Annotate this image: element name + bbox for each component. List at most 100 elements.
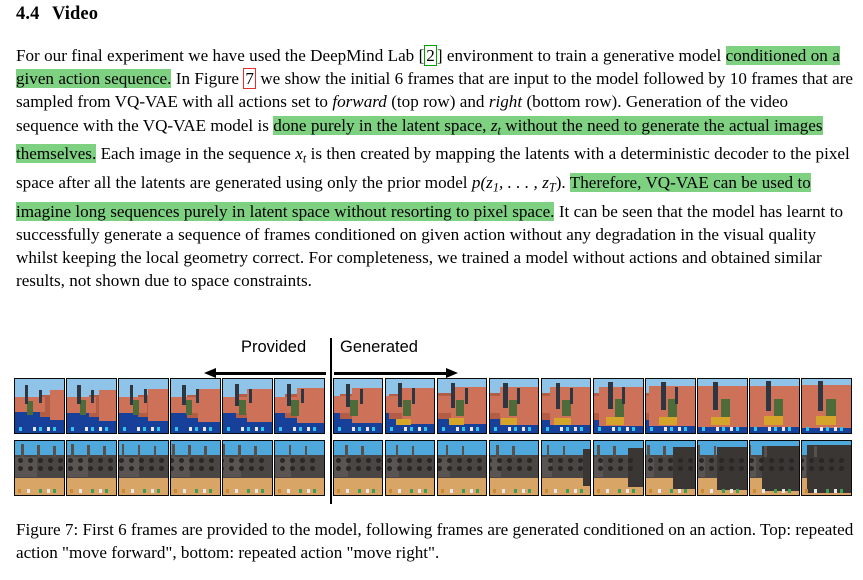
- window-dot: [138, 465, 144, 471]
- hud-pip: [226, 489, 230, 493]
- window-dot: [128, 465, 134, 471]
- hud-pip: [753, 489, 757, 493]
- window-dot: [376, 465, 382, 471]
- video-frame: [384, 378, 436, 434]
- label-generated: Generated: [340, 338, 418, 356]
- hud-overlay: [121, 486, 166, 494]
- spire: [713, 446, 717, 458]
- video-frame: [645, 378, 696, 434]
- window-dot: [396, 458, 402, 464]
- citation-link-2[interactable]: 2: [424, 45, 437, 66]
- video-frame: [593, 378, 644, 434]
- spire: [698, 445, 701, 458]
- hud-pip: [670, 489, 674, 493]
- hud-pip: [85, 427, 89, 431]
- hud-pip: [461, 489, 465, 493]
- pillar: [39, 389, 42, 403]
- pillar: [608, 382, 613, 410]
- hud-pip: [27, 489, 30, 493]
- window-dot: [708, 465, 714, 471]
- pillar: [129, 384, 134, 405]
- hud-pip: [475, 427, 479, 431]
- pillar: [555, 382, 561, 409]
- window-dot: [446, 465, 452, 471]
- window-dot: [466, 465, 472, 471]
- hud-pip: [658, 489, 662, 493]
- window-dot: [708, 458, 714, 464]
- hud-overlay: [225, 486, 270, 494]
- spire: [238, 445, 242, 458]
- alcove-green: [509, 399, 518, 417]
- hud-pip: [730, 427, 734, 431]
- hud-pip: [47, 427, 50, 431]
- alcove-green: [403, 399, 412, 416]
- math-prior: p(z: [471, 172, 493, 192]
- window-dot: [426, 458, 432, 464]
- window-dot: [728, 465, 734, 471]
- hud-pip: [762, 489, 766, 493]
- hud-pip: [241, 427, 245, 431]
- hud-overlay: [277, 424, 322, 432]
- hud-pip: [227, 427, 231, 431]
- video-frame: [170, 440, 221, 496]
- hud-pip: [261, 427, 265, 431]
- video-frame: [118, 378, 169, 434]
- window-dot: [698, 458, 704, 464]
- arrow-right-head-icon: [446, 368, 458, 378]
- hud-pip: [345, 489, 349, 493]
- hud-pip: [449, 489, 453, 493]
- hud-pip: [287, 489, 291, 493]
- hud-pip: [553, 489, 557, 493]
- spire: [546, 445, 550, 458]
- hud-pip: [650, 427, 654, 431]
- window-dot: [38, 465, 43, 471]
- window-dot: [336, 465, 342, 471]
- hud-pip: [307, 427, 311, 431]
- hud-pip: [183, 489, 187, 493]
- spire: [172, 444, 175, 458]
- figure-ref-link-7[interactable]: 7: [243, 68, 256, 90]
- spire: [345, 445, 348, 458]
- hud-pip: [195, 427, 199, 431]
- pillar: [818, 381, 824, 412]
- hud-pip: [143, 427, 147, 431]
- hud-pip: [33, 427, 36, 431]
- hud-pip: [365, 427, 369, 431]
- hud-pip: [513, 427, 517, 431]
- window-dot: [789, 465, 795, 471]
- text-run-1: For our final experiment we have used th…: [16, 46, 419, 65]
- hud-pip: [423, 489, 427, 493]
- hud-overlay: [440, 486, 485, 494]
- math-x: x: [295, 144, 303, 164]
- hud-pip: [521, 489, 525, 493]
- pillar: [143, 389, 147, 404]
- wall-right: [197, 388, 220, 422]
- hud-overlay: [752, 424, 797, 432]
- hud-pip: [409, 427, 413, 431]
- hud-pip: [736, 489, 740, 493]
- window-dot: [406, 465, 412, 471]
- caption-label: Figure 7:: [16, 520, 79, 539]
- hud-pip: [455, 427, 459, 431]
- pillar: [765, 381, 771, 411]
- spire: [512, 446, 515, 458]
- video-frame: [697, 378, 748, 434]
- wall-far: [750, 395, 768, 414]
- hud-pip: [336, 489, 340, 493]
- hud-pip: [684, 427, 688, 431]
- text-run-5: (top row) and: [386, 92, 489, 112]
- hud-pip: [710, 489, 714, 493]
- hud-pip: [174, 489, 178, 493]
- window-dot: [718, 458, 724, 464]
- video-frame: [593, 440, 644, 496]
- hud-pip: [618, 489, 622, 493]
- hud-pip: [774, 427, 778, 431]
- hud-pip: [754, 427, 758, 431]
- pillar: [450, 383, 455, 408]
- hud-pip: [606, 489, 610, 493]
- hud-overlay: [596, 486, 641, 494]
- window-dot: [396, 465, 402, 471]
- hud-pip: [397, 489, 401, 493]
- hud-pip: [632, 427, 636, 431]
- window-dot: [356, 465, 362, 471]
